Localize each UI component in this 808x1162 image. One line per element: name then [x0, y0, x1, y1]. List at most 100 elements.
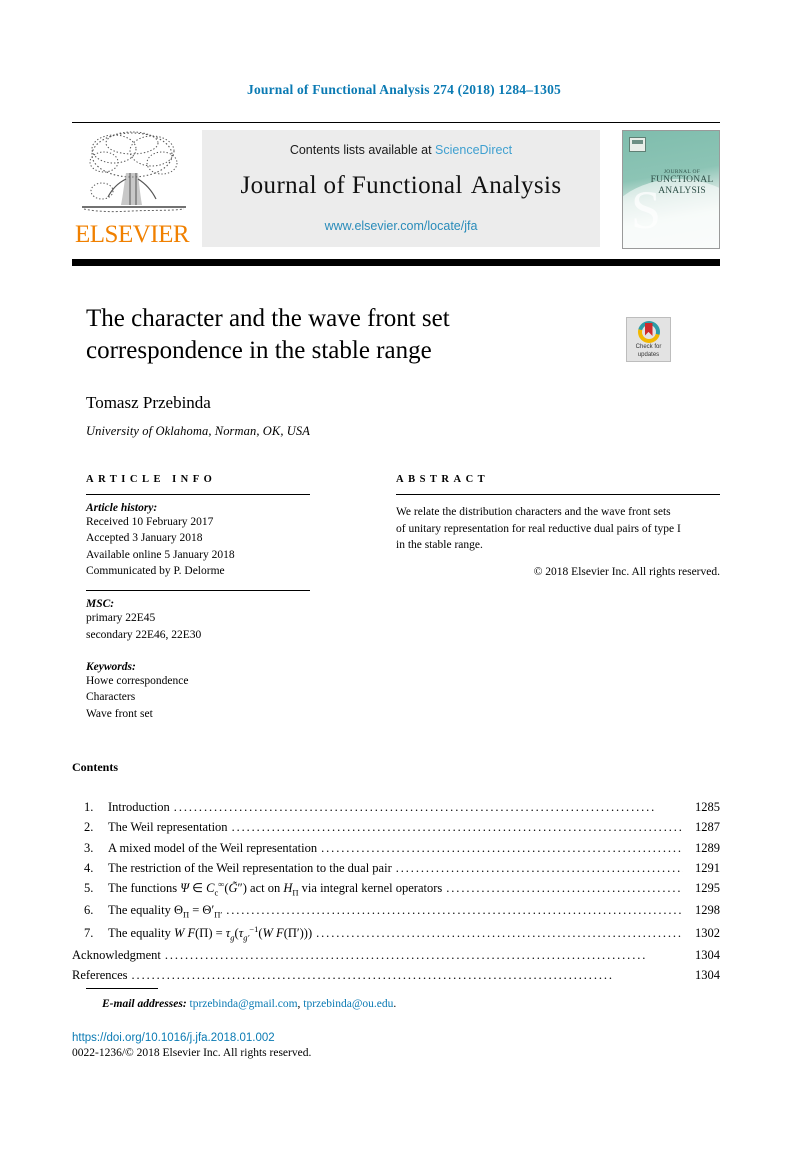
- toc-page-number: 1298: [695, 903, 720, 918]
- toc-label: The equality W F(Π) = τg(τg′−1(W F(Π′))): [108, 923, 313, 943]
- article-info-column: ARTICLE INFO Article history: Received 1…: [86, 474, 322, 722]
- abstract-text: We relate the distribution characters an…: [396, 504, 720, 554]
- running-head: Journal of Functional Analysis 274 (2018…: [247, 82, 561, 97]
- crossmark-bookmark-icon: [644, 323, 653, 336]
- toc-number: 7.: [84, 925, 94, 940]
- keywords-label: Keywords:: [86, 660, 136, 673]
- msc-rule: [86, 590, 310, 592]
- journal-cover-thumbnail[interactable]: S JOURNAL OF FUNCTIONAL ANALYSIS: [622, 130, 720, 249]
- toc-leader-dots: ........................................…: [316, 925, 683, 940]
- toc-item[interactable]: 4. The restriction of the Weil represent…: [72, 858, 720, 878]
- toc-leader-dots: ........................................…: [231, 820, 683, 835]
- email-link-1[interactable]: tprzebinda@gmail.com: [190, 998, 298, 1010]
- toc-number: 6.: [84, 903, 94, 918]
- toc-page-number: 1295: [695, 881, 720, 896]
- doi-link[interactable]: https://doi.org/10.1016/j.jfa.2018.01.00…: [72, 1032, 720, 1044]
- toc-item[interactable]: 5. The functions Ψ ∈ Cc∞(G̃″) act on HΠ …: [72, 878, 720, 900]
- toc-item[interactable]: 1. Introduction ........................…: [72, 797, 720, 817]
- toc-item[interactable]: Acknowledgment .........................…: [72, 945, 720, 965]
- email-period: .: [393, 998, 397, 1010]
- toc-page-number: 1302: [695, 925, 720, 940]
- contents-heading: Contents: [72, 760, 119, 774]
- crossmark-badge[interactable]: Check for updates: [626, 317, 671, 362]
- email-label: E-mail addresses:: [102, 998, 187, 1010]
- elsevier-logo[interactable]: ELSEVIER: [74, 129, 198, 247]
- toc-leader-dots: ........................................…: [164, 948, 648, 963]
- toc-leader-dots: ........................................…: [226, 903, 683, 918]
- toc-number: 2.: [84, 820, 94, 835]
- masthead-bottom-rule: [72, 259, 720, 266]
- msc-label: MSC:: [86, 598, 115, 611]
- toc-label: The restriction of the Weil representati…: [108, 860, 392, 875]
- cover-title: JOURNAL OF FUNCTIONAL ANALYSIS: [649, 169, 715, 196]
- toc-page-number: 1304: [695, 948, 720, 963]
- article-history-group: Article history: Received 10 February 20…: [86, 502, 322, 579]
- abstract-heading: ABSTRACT: [396, 474, 490, 485]
- toc-leader-dots: ........................................…: [173, 800, 657, 814]
- msc-secondary: secondary 22E46, 22E30: [86, 628, 202, 641]
- page-footer: https://doi.org/10.1016/j.jfa.2018.01.00…: [72, 1032, 720, 1059]
- toc-label: Acknowledgment: [72, 948, 161, 963]
- toc-item[interactable]: 3. A mixed model of the Weil representat…: [72, 838, 720, 858]
- toc-label: Introduction: [108, 800, 170, 814]
- crossmark-label-line2: updates: [637, 351, 660, 358]
- contents-available-text: Contents lists available at: [289, 143, 436, 157]
- toc-leader-dots: ........................................…: [395, 860, 683, 875]
- abstract-line1: We relate the distribution characters an…: [396, 506, 671, 518]
- contents-section: Contents 1. Introduction ...............…: [72, 760, 720, 986]
- toc-label: The equality ΘΠ = Θ′Π′: [108, 903, 223, 920]
- toc-label: The functions Ψ ∈ Cc∞(G̃″) act on HΠ via…: [108, 879, 443, 898]
- toc-page-number: 1285: [695, 800, 720, 814]
- issn-copyright-line: 0022-1236/© 2018 Elsevier Inc. All right…: [72, 1047, 312, 1059]
- keyword-item-2: Characters: [86, 691, 136, 704]
- toc-label: A mixed model of the Weil representation: [108, 840, 318, 855]
- toc-page-number: 1291: [695, 860, 720, 875]
- article-history-received: Received 10 February 2017: [86, 516, 214, 528]
- article-info-rule: [86, 494, 310, 495]
- msc-group: MSC: primary 22E45 secondary 22E46, 22E3…: [86, 598, 322, 643]
- toc-page-number: 1287: [695, 820, 720, 835]
- toc-leader-dots: ........................................…: [321, 840, 683, 855]
- crossmark-ring-icon: [637, 321, 660, 343]
- email-link-2[interactable]: tprzebinda@ou.edu: [303, 998, 393, 1010]
- toc-page-number: 1304: [695, 968, 720, 983]
- toc-leader-dots: ........................................…: [131, 968, 614, 983]
- abstract-column: ABSTRACT We relate the distribution char…: [396, 474, 720, 578]
- article-history-communicated: Communicated by P. Delorme: [86, 564, 225, 577]
- journal-masthead: ELSEVIER Contents lists available at Sci…: [72, 122, 720, 253]
- article-title-line1: The character and the wave front set: [86, 305, 450, 332]
- crossmark-label-line1: Check for: [635, 344, 662, 350]
- toc-number: 1.: [84, 800, 94, 814]
- keyword-item-3: Wave front set: [86, 707, 153, 720]
- toc-leader-dots: ........................................…: [446, 881, 683, 896]
- article-first-page: Journal of Functional Analysis 274 (2018…: [0, 0, 808, 1162]
- toc-item[interactable]: 7. The equality W F(Π) = τg(τg′−1(W F(Π′…: [72, 923, 720, 945]
- page-title: The character and the wave front set cor…: [86, 303, 586, 367]
- toc-item[interactable]: 6. The equality ΘΠ = Θ′Π′ ..............…: [72, 900, 720, 922]
- journal-homepage-link[interactable]: www.elsevier.com/locate/jfa: [202, 219, 600, 233]
- footnote-block: E-mail addresses: tprzebinda@gmail.com, …: [86, 988, 706, 1010]
- toc-item[interactable]: References .............................…: [72, 965, 720, 985]
- abstract-rule: [396, 494, 720, 495]
- footnote-rule: [86, 988, 158, 989]
- toc-number: 4.: [84, 860, 94, 875]
- article-title-line2: correspondence in the stable range: [86, 337, 432, 364]
- email-footnote: E-mail addresses: tprzebinda@gmail.com, …: [86, 998, 706, 1010]
- article-history-available: Available online 5 January 2018: [86, 548, 235, 561]
- sciencedirect-link[interactable]: ScienceDirect: [435, 143, 512, 157]
- toc-label: References: [72, 968, 128, 983]
- journal-title-part1: Journal of Functional: [240, 172, 463, 199]
- toc-number: 3.: [84, 840, 94, 855]
- toc-item[interactable]: 2. The Weil representation .............…: [72, 817, 720, 837]
- cover-elsevier-icon: [629, 137, 646, 152]
- journal-title-part2: Analysis: [470, 172, 562, 199]
- toc-label: The Weil representation: [108, 820, 228, 835]
- cover-title-line3: ANALYSIS: [658, 185, 706, 196]
- title-block: The character and the wave front set cor…: [86, 303, 586, 439]
- author-name: Tomasz Przebinda: [86, 393, 211, 412]
- elsevier-tree-icon: [82, 131, 186, 213]
- table-of-contents: 1. Introduction ........................…: [72, 797, 720, 986]
- keyword-item-1: Howe correspondence: [86, 674, 189, 687]
- contents-available-line: Contents lists available at ScienceDirec…: [202, 143, 600, 157]
- journal-title: Journal of Functional Analysis: [202, 172, 600, 200]
